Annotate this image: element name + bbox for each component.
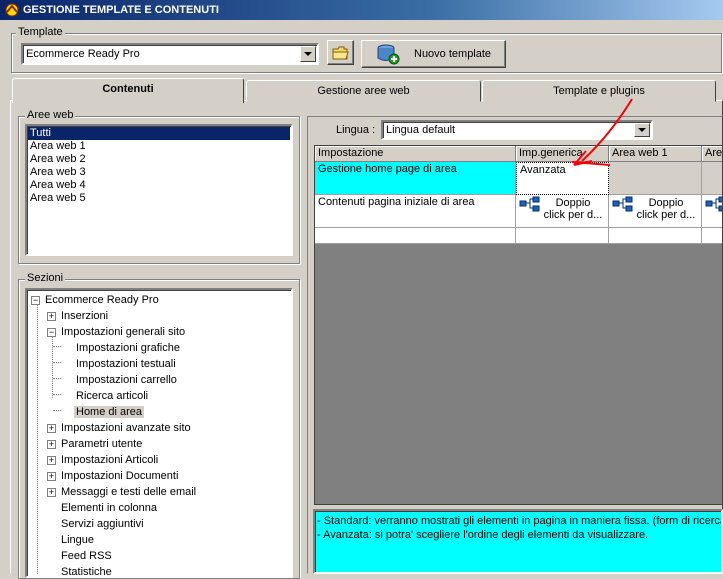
grid-header-area[interactable]: Area bbox=[702, 146, 722, 162]
grid-new-row-cell[interactable] bbox=[609, 228, 702, 244]
list-item-area-web-3[interactable]: Area web 3 bbox=[28, 166, 290, 179]
grid-row2-area[interactable] bbox=[702, 195, 722, 228]
grid-new-row-cell[interactable] bbox=[315, 228, 516, 244]
tree-node-ricerca-articoli[interactable]: Ricerca articoli bbox=[76, 388, 148, 404]
aree-web-list[interactable]: Tutti Area web 1 Area web 2 Area web 3 A… bbox=[25, 124, 293, 256]
tree-node-label: Elementi in colonna bbox=[61, 502, 158, 514]
grid-new-row-cell[interactable] bbox=[516, 228, 609, 244]
tab-contenuti-label: Contenuti bbox=[102, 83, 154, 95]
tree-line bbox=[53, 378, 61, 379]
expand-icon[interactable]: + bbox=[47, 456, 56, 465]
list-item-area-web-4[interactable]: Area web 4 bbox=[28, 179, 290, 192]
description-box: - Standard: verranno mostrati gli elemen… bbox=[313, 509, 723, 574]
new-template-label: Nuovo template bbox=[414, 48, 492, 60]
template-select-value: Ecommerce Ready Pro bbox=[26, 48, 140, 60]
list-item-area-web-2[interactable]: Area web 2 bbox=[28, 153, 290, 166]
expand-icon[interactable]: + bbox=[47, 488, 56, 497]
tree-node-label: Impostazioni grafiche bbox=[76, 342, 180, 354]
list-item-tutti[interactable]: Tutti bbox=[28, 127, 290, 140]
tree-node-label: Impostazioni Articoli bbox=[61, 454, 159, 466]
sezioni-tree[interactable]: − Ecommerce Ready Pro + Inserzioni − Imp… bbox=[25, 288, 293, 578]
cell-text-line2: click per d... bbox=[543, 209, 603, 221]
tree-node-label: Lingue bbox=[61, 534, 95, 546]
tree-node-label: Impostazioni testuali bbox=[76, 358, 176, 370]
tab-contenuti[interactable]: Contenuti bbox=[12, 78, 244, 103]
tree-node-statistiche[interactable]: Statistiche bbox=[61, 564, 112, 578]
expand-icon[interactable]: + bbox=[47, 440, 56, 449]
tree-node-label: Feed RSS bbox=[61, 550, 112, 562]
hierarchy-icon bbox=[705, 196, 722, 212]
tree-line bbox=[53, 394, 61, 395]
tree-node-impostazioni-grafiche[interactable]: Impostazioni grafiche bbox=[76, 340, 180, 356]
expand-icon[interactable]: + bbox=[47, 472, 56, 481]
window-title-bar: GESTIONE TEMPLATE E CONTENUTI bbox=[0, 0, 723, 20]
new-template-button[interactable]: Nuovo template bbox=[361, 40, 506, 68]
tree-line bbox=[53, 346, 61, 347]
grid-row1-area[interactable] bbox=[702, 162, 722, 195]
new-database-icon bbox=[377, 44, 400, 65]
collapse-icon[interactable]: − bbox=[31, 296, 40, 305]
app-icon bbox=[5, 3, 19, 17]
tree-node-label: Statistiche bbox=[61, 566, 112, 578]
tree-node-label: Ricerca articoli bbox=[76, 390, 149, 402]
annotation-arrow-icon bbox=[571, 98, 633, 166]
tree-node-label: Impostazioni avanzate sito bbox=[61, 422, 191, 434]
grid-row2-area-web-1[interactable]: Doppio click per d... bbox=[609, 195, 702, 228]
tree-node-impostazioni-testuali[interactable]: Impostazioni testuali bbox=[76, 356, 176, 372]
cell-text-line2: click per d... bbox=[636, 209, 696, 221]
cell-text-line1: Doppio bbox=[555, 197, 591, 209]
expand-icon[interactable]: + bbox=[47, 424, 56, 433]
description-line-avanzata: - Avanzata: si potra' scegliere l'ordine… bbox=[317, 529, 649, 541]
template-group-label: Template bbox=[16, 26, 65, 38]
aree-web-group-label: Aree web bbox=[25, 109, 76, 121]
lingua-select-value: Lingua default bbox=[386, 124, 456, 136]
cell-text-line1: Doppio bbox=[648, 197, 684, 209]
grid-row1-impostazione[interactable]: Gestione home page di area bbox=[315, 162, 516, 195]
tree-line bbox=[53, 362, 61, 363]
tree-node-servizi-aggiuntivi[interactable]: Servizi aggiuntivi bbox=[61, 516, 144, 532]
tree-node-label: Parametri utente bbox=[61, 438, 143, 450]
tree-node-label: Home di area bbox=[74, 406, 145, 418]
tree-node-home-di-area[interactable]: Home di area bbox=[74, 404, 145, 420]
template-select[interactable]: Ecommerce Ready Pro bbox=[21, 43, 319, 65]
tree-node-label: Messaggi e testi delle email bbox=[61, 486, 197, 498]
lingua-label: Lingua : bbox=[336, 124, 376, 136]
tree-node-label: Servizi aggiuntivi bbox=[61, 518, 144, 530]
description-line-standard: - Standard: verranno mostrati gli elemen… bbox=[317, 515, 723, 527]
tree-line bbox=[37, 304, 38, 574]
tree-node-label: Impostazioni generali sito bbox=[61, 326, 186, 338]
window-title: GESTIONE TEMPLATE E CONTENUTI bbox=[23, 4, 219, 16]
grid-row2-imp-generica[interactable]: Doppio click per d... bbox=[516, 195, 609, 228]
list-item-area-web-5[interactable]: Area web 5 bbox=[28, 192, 290, 205]
chevron-down-icon bbox=[304, 52, 312, 56]
tree-node-label: Ecommerce Ready Pro bbox=[45, 294, 159, 306]
tree-node-lingue[interactable]: Lingue bbox=[61, 532, 94, 548]
tree-node-feed-rss[interactable]: Feed RSS bbox=[61, 548, 112, 564]
grid-header-impostazione[interactable]: Impostazione bbox=[315, 146, 516, 162]
folder-icon bbox=[332, 46, 349, 59]
grid-new-row-cell[interactable] bbox=[702, 228, 722, 244]
tree-node-elementi-colonna[interactable]: Elementi in colonna bbox=[61, 500, 157, 516]
tree-node-label: Impostazioni Documenti bbox=[61, 470, 179, 482]
open-folder-button[interactable] bbox=[327, 40, 354, 65]
tree-node-label: Impostazioni carrello bbox=[76, 374, 177, 386]
tree-node-label: Inserzioni bbox=[61, 310, 109, 322]
grid-row2-impostazione[interactable]: Contenuti pagina iniziale di area bbox=[315, 195, 516, 228]
sezioni-group-label: Sezioni bbox=[25, 272, 66, 284]
tab-gestione-aree-web[interactable]: Gestione aree web bbox=[246, 80, 481, 102]
collapse-icon[interactable]: − bbox=[47, 328, 56, 337]
list-item-area-web-1[interactable]: Area web 1 bbox=[28, 140, 290, 153]
settings-grid[interactable]: Impostazione Imp.generica Area web 1 Are… bbox=[314, 145, 723, 505]
template-dropdown-arrow[interactable] bbox=[300, 46, 316, 62]
expand-icon[interactable]: + bbox=[47, 312, 56, 321]
hierarchy-icon bbox=[612, 196, 633, 212]
tree-node-impostazioni-carrello[interactable]: Impostazioni carrello bbox=[76, 372, 177, 388]
tree-line bbox=[53, 410, 61, 411]
tab-gestione-aree-web-label: Gestione aree web bbox=[317, 85, 410, 97]
hierarchy-icon bbox=[519, 196, 540, 212]
